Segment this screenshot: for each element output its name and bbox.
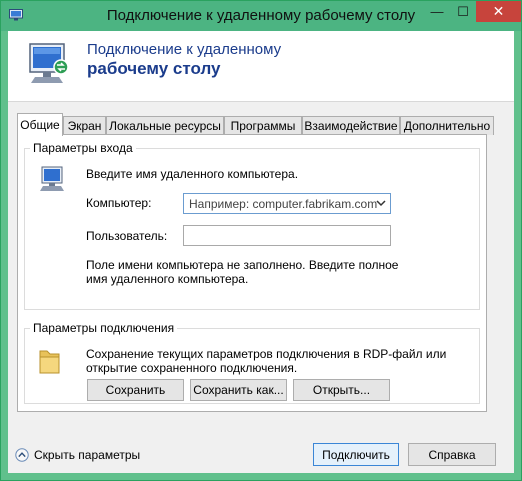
- user-input[interactable]: [183, 225, 391, 246]
- connection-desc-line2: открытие сохраненного подключения.: [86, 361, 298, 375]
- connect-button[interactable]: Подключить: [313, 443, 399, 466]
- tab-experience[interactable]: Взаимодействие: [302, 116, 400, 135]
- header-banner: Подключение к удаленному рабочему столу: [8, 31, 514, 102]
- client-area: Подключение к удаленному рабочему столу …: [8, 31, 514, 473]
- login-settings-title: Параметры входа: [30, 141, 136, 155]
- connection-settings-group: Параметры подключения Сохранение текущих…: [24, 321, 480, 404]
- remote-desktop-icon: [29, 43, 69, 83]
- hint-line1: Поле имени компьютера не заполнено. Введ…: [86, 258, 399, 272]
- hide-options-label[interactable]: Скрыть параметры: [34, 448, 140, 462]
- computer-prompt: Введите имя удаленного компьютера.: [86, 167, 299, 181]
- chevron-down-icon[interactable]: [376, 198, 386, 208]
- computer-combobox-placeholder: Например: computer.fabrikam.com: [189, 197, 378, 211]
- tab-advanced[interactable]: Дополнительно: [400, 116, 494, 135]
- computer-label: Компьютер:: [86, 196, 152, 210]
- tab-programs[interactable]: Программы: [224, 116, 302, 135]
- banner-title-line1: Подключение к удаленному: [87, 41, 282, 58]
- chevron-up-icon[interactable]: [15, 448, 29, 462]
- maximize-button[interactable]: ☐: [450, 1, 476, 22]
- tab-display[interactable]: Экран: [63, 116, 106, 135]
- folder-icon: [39, 350, 60, 374]
- minimize-button[interactable]: —: [424, 1, 450, 22]
- hint-line2: имя удаленного компьютера.: [86, 272, 249, 286]
- tab-panel-general: Параметры входа Введите имя удаленного к…: [17, 134, 487, 412]
- login-settings-group: Параметры входа Введите имя удаленного к…: [24, 141, 480, 310]
- tab-local-resources[interactable]: Локальные ресурсы: [106, 116, 224, 135]
- help-button[interactable]: Справка: [408, 443, 496, 466]
- save-as-button[interactable]: Сохранить как...: [190, 379, 287, 401]
- computer-icon: [40, 166, 64, 191]
- tab-general[interactable]: Общие: [17, 113, 63, 136]
- title-bar[interactable]: Подключение к удаленному рабочему столу …: [1, 1, 521, 31]
- close-button[interactable]: ✕: [476, 1, 521, 22]
- computer-combobox[interactable]: Например: computer.fabrikam.com: [183, 193, 391, 214]
- user-label: Пользователь:: [86, 229, 168, 243]
- banner-title-line2: рабочему столу: [87, 59, 221, 78]
- rdp-window: Подключение к удаленному рабочему столу …: [0, 0, 522, 481]
- save-button[interactable]: Сохранить: [87, 379, 184, 401]
- open-button[interactable]: Открыть...: [293, 379, 390, 401]
- hide-options-toggle[interactable]: Скрыть параметры: [15, 448, 140, 462]
- connection-desc-line1: Сохранение текущих параметров подключени…: [86, 347, 447, 361]
- connection-settings-title: Параметры подключения: [30, 321, 178, 335]
